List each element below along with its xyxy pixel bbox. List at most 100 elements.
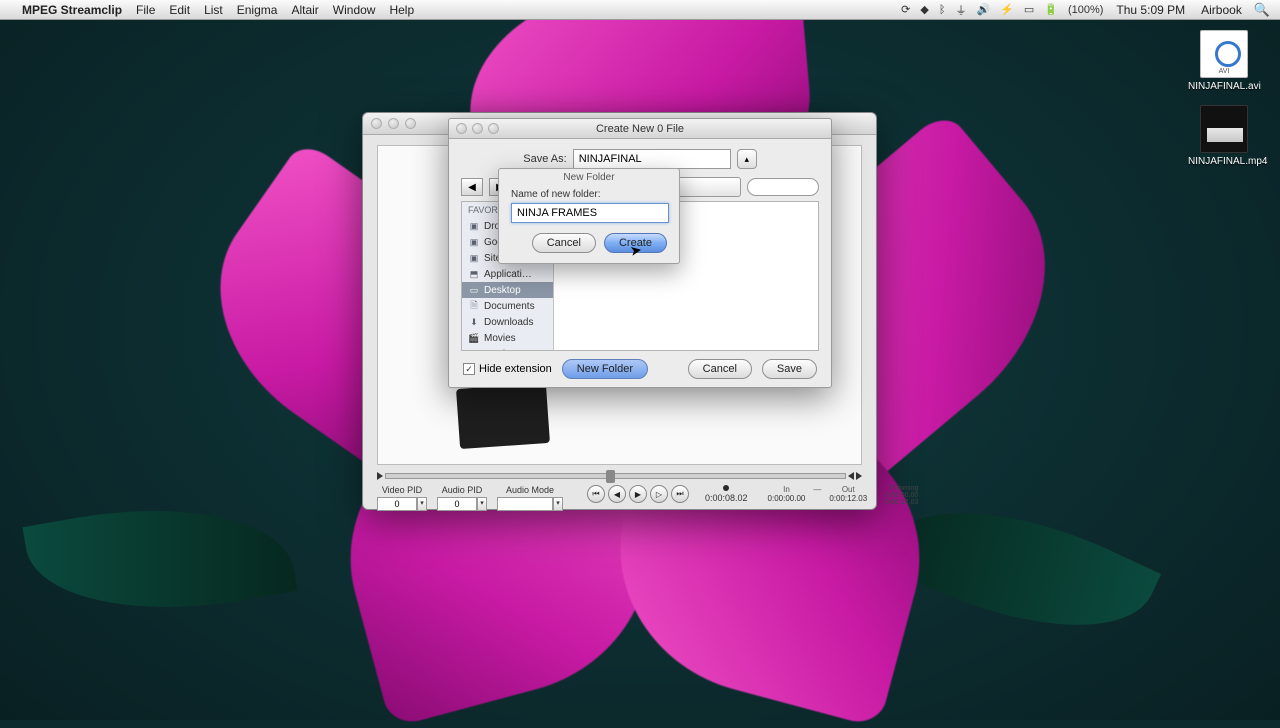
new-folder-name-field[interactable] bbox=[511, 203, 669, 223]
out-label: Out bbox=[829, 485, 867, 494]
timeline-step-back-icon[interactable] bbox=[848, 472, 854, 480]
sidebar-item-label: Music bbox=[484, 349, 510, 351]
desktop-file-mp4[interactable]: NINJAFINAL.mp4 bbox=[1188, 105, 1260, 167]
volume-icon[interactable]: 🔊 bbox=[976, 3, 990, 16]
out-value: 0:00:12.03 bbox=[829, 494, 867, 503]
sidebar-item-label: Documents bbox=[484, 301, 535, 312]
checkbox-icon: ✓ bbox=[463, 363, 475, 375]
in-label: In bbox=[768, 485, 806, 494]
cursor-icon: ➤ bbox=[629, 241, 644, 260]
documents-icon: 🗎 bbox=[468, 300, 480, 312]
in-value: 0:00:00.00 bbox=[768, 494, 806, 503]
new-folder-title: New Folder bbox=[499, 169, 679, 189]
sidebar-item-downloads[interactable]: ⬇ Downloads bbox=[462, 314, 553, 330]
sidebar-item-documents[interactable]: 🗎 Documents bbox=[462, 298, 553, 314]
battery-icon[interactable]: 🔋 bbox=[1044, 3, 1058, 16]
menu-altair[interactable]: Altair bbox=[291, 3, 318, 17]
menubar: MPEG Streamclip File Edit List Enigma Al… bbox=[0, 0, 1280, 20]
trimming-end: 0:00:12.03 bbox=[885, 499, 918, 506]
menu-enigma[interactable]: Enigma bbox=[237, 3, 278, 17]
search-field[interactable] bbox=[747, 178, 819, 196]
menu-window[interactable]: Window bbox=[333, 3, 376, 17]
new-folder-dialog: New Folder Name of new folder: Cancel Cr… bbox=[498, 168, 680, 264]
audio-pid-stepper[interactable]: ▾ bbox=[477, 497, 487, 511]
app-name[interactable]: MPEG Streamclip bbox=[22, 3, 122, 17]
sheet-minimize-icon[interactable] bbox=[472, 123, 483, 134]
sidebar-item-music[interactable]: ♪ Music bbox=[462, 346, 553, 350]
menubar-user[interactable]: Airbook bbox=[1201, 3, 1242, 17]
audio-mode-stepper[interactable]: ▾ bbox=[553, 497, 563, 511]
display-icon[interactable]: ▭ bbox=[1024, 3, 1034, 16]
desktop-file-avi[interactable]: NINJAFINAL.avi bbox=[1188, 30, 1260, 92]
sidebar-item-label: Applicati… bbox=[484, 269, 532, 280]
music-icon: ♪ bbox=[468, 348, 480, 350]
mp4-file-icon bbox=[1200, 105, 1248, 153]
hide-extension-checkbox[interactable]: ✓ Hide extension bbox=[463, 363, 552, 375]
hide-extension-label: Hide extension bbox=[479, 363, 552, 375]
audio-pid-label: Audio PID bbox=[442, 485, 483, 495]
menu-file[interactable]: File bbox=[136, 3, 155, 17]
sidebar-item-label: Desktop bbox=[484, 285, 521, 296]
charge-icon[interactable]: ⚡ bbox=[1000, 3, 1014, 16]
ffwd-button[interactable]: ⏭ bbox=[671, 485, 689, 503]
bluetooth-icon[interactable]: ᛒ bbox=[939, 4, 946, 16]
video-pid-stepper[interactable]: ▾ bbox=[417, 497, 427, 511]
avi-file-icon bbox=[1200, 30, 1248, 78]
mp4-file-label: NINJAFINAL.mp4 bbox=[1188, 156, 1260, 167]
menu-edit[interactable]: Edit bbox=[169, 3, 190, 17]
record-indicator-icon bbox=[723, 485, 729, 491]
video-frame-thumb bbox=[456, 383, 550, 449]
save-dialog-title: Create New 0 File bbox=[596, 123, 684, 135]
minimize-icon[interactable] bbox=[388, 118, 399, 129]
sync-icon[interactable]: ⟳ bbox=[901, 3, 910, 16]
new-folder-button[interactable]: New Folder bbox=[562, 359, 648, 379]
sidebar-item-label: Downloads bbox=[484, 317, 533, 328]
sidebar-item-desktop[interactable]: ▭ Desktop bbox=[462, 282, 553, 298]
wifi-icon[interactable]: ⏚ bbox=[955, 2, 966, 18]
timeline-start-icon[interactable] bbox=[377, 472, 383, 480]
sheet-close-icon[interactable] bbox=[456, 123, 467, 134]
play-button[interactable]: ▶ bbox=[629, 485, 647, 503]
step-back-button[interactable]: ◀ bbox=[608, 485, 626, 503]
transport-controls: ⏮ ◀ ▶ ▷ ⏭ bbox=[587, 485, 689, 503]
menu-list[interactable]: List bbox=[204, 3, 223, 17]
sidebar-item-applications[interactable]: ⬒ Applicati… bbox=[462, 266, 553, 282]
movies-icon: 🎬 bbox=[468, 332, 480, 344]
desktop-icon: ▭ bbox=[468, 284, 480, 296]
video-pid-input[interactable] bbox=[377, 497, 417, 511]
timeline-playhead[interactable] bbox=[606, 470, 615, 483]
audio-mode-input[interactable] bbox=[497, 497, 553, 511]
timeline-track[interactable] bbox=[385, 473, 846, 479]
timeline[interactable] bbox=[377, 471, 862, 481]
save-button[interactable]: Save bbox=[762, 359, 817, 379]
menu-help[interactable]: Help bbox=[389, 3, 414, 17]
applications-icon: ⬒ bbox=[468, 268, 480, 280]
audio-pid-input[interactable] bbox=[437, 497, 477, 511]
folder-icon: ▣ bbox=[468, 236, 480, 248]
save-as-field[interactable] bbox=[573, 149, 731, 169]
step-fwd-button[interactable]: ▷ bbox=[650, 485, 668, 503]
current-timecode: 0:00:08.02 bbox=[705, 493, 748, 503]
nav-back-button[interactable]: ◀ bbox=[461, 178, 483, 196]
battery-percent: (100%) bbox=[1068, 4, 1103, 16]
menubar-clock[interactable]: Thu 5:09 PM bbox=[1116, 3, 1185, 17]
downloads-icon: ⬇ bbox=[468, 316, 480, 328]
expand-collapse-button[interactable]: ▴ bbox=[737, 149, 757, 169]
new-folder-cancel-button[interactable]: Cancel bbox=[532, 233, 596, 253]
sidebar-item-movies[interactable]: 🎬 Movies bbox=[462, 330, 553, 346]
sheet-zoom-icon[interactable] bbox=[488, 123, 499, 134]
trimming-start: 0:00:00.00 bbox=[885, 492, 918, 499]
zoom-icon[interactable] bbox=[405, 118, 416, 129]
sidebar-item-label: Movies bbox=[484, 333, 516, 344]
trimming-label: Trimming bbox=[885, 485, 918, 492]
folder-icon: ▣ bbox=[468, 252, 480, 264]
close-icon[interactable] bbox=[371, 118, 382, 129]
cancel-button[interactable]: Cancel bbox=[688, 359, 752, 379]
audio-mode-label: Audio Mode bbox=[506, 485, 554, 495]
save-dialog-titlebar[interactable]: Create New 0 File bbox=[449, 119, 831, 139]
timeline-end-icon[interactable] bbox=[856, 472, 862, 480]
rewind-button[interactable]: ⏮ bbox=[587, 485, 605, 503]
spotlight-icon[interactable]: 🔍 bbox=[1254, 2, 1270, 18]
dropbox-icon[interactable]: ◆ bbox=[920, 3, 928, 16]
new-folder-label: Name of new folder: bbox=[499, 189, 679, 203]
